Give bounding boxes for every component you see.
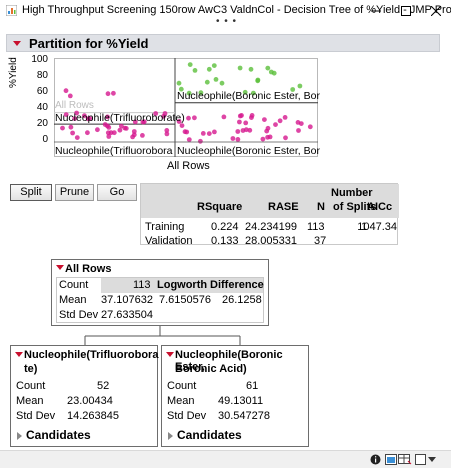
left-mean-value: 23.00434 <box>67 395 113 407</box>
trifluoroborate-node[interactable]: Nucleophile(Trifluorobora te) Count 52 M… <box>10 345 158 447</box>
root-count-value: 113 <box>133 279 151 291</box>
root-node[interactable]: All Rows Count 113 Logworth Difference M… <box>51 259 269 326</box>
std-dev-label: Std Dev <box>16 410 56 422</box>
data-table-icon[interactable] <box>398 454 412 465</box>
mean-label: Mean <box>59 294 87 306</box>
disclosure-triangle-icon[interactable] <box>168 432 173 440</box>
root-node-stats: Count 113 Logworth Difference Mean 37.10… <box>56 277 264 323</box>
root-logworth-value: 7.6150576 <box>159 294 211 306</box>
count-label: Count <box>59 279 89 291</box>
chevron-down-icon[interactable] <box>428 457 436 463</box>
root-mean-value: 37.107632 <box>101 294 153 306</box>
right-std-dev-value: 30.547278 <box>218 410 270 422</box>
red-triangle-menu-icon[interactable] <box>56 265 64 270</box>
std-dev-label: Std Dev <box>167 410 207 422</box>
difference-label: Difference <box>210 279 264 291</box>
count-label: Count <box>167 380 197 392</box>
info-icon[interactable] <box>370 454 381 465</box>
root-std-dev-value: 27.633504 <box>101 309 153 321</box>
std-dev-label: Std Dev <box>59 309 99 321</box>
right-mean-value: 49.13011 <box>218 395 264 407</box>
candidates-label[interactable]: Candidates <box>26 428 91 442</box>
mean-label: Mean <box>16 395 44 407</box>
status-bar <box>0 450 451 468</box>
left-std-dev-value: 14.263845 <box>67 410 119 422</box>
candidates-label[interactable]: Candidates <box>177 428 242 442</box>
trifluoroborate-node-title-line2: te) <box>24 363 38 375</box>
window-layout-icon[interactable] <box>415 454 426 465</box>
boronic-node-title-line2: Boronic Acid) <box>175 363 247 375</box>
red-triangle-menu-icon[interactable] <box>166 352 174 357</box>
left-count-value: 52 <box>97 380 110 392</box>
trifluoroborate-node-title-line1: Nucleophile(Trifluorobora <box>24 349 159 361</box>
boronic-node[interactable]: Nucleophile(Boronic Ester, Boronic Acid)… <box>161 345 309 447</box>
home-window-icon[interactable] <box>385 454 397 465</box>
mean-label: Mean <box>167 395 195 407</box>
logworth-label: Logworth <box>157 279 208 291</box>
disclosure-triangle-icon[interactable] <box>17 432 22 440</box>
red-triangle-menu-icon[interactable] <box>15 352 23 357</box>
root-node-title: All Rows <box>65 263 112 275</box>
right-count-value: 61 <box>246 380 259 392</box>
count-label: Count <box>16 380 46 392</box>
root-difference-value: 26.1258 <box>222 294 262 306</box>
